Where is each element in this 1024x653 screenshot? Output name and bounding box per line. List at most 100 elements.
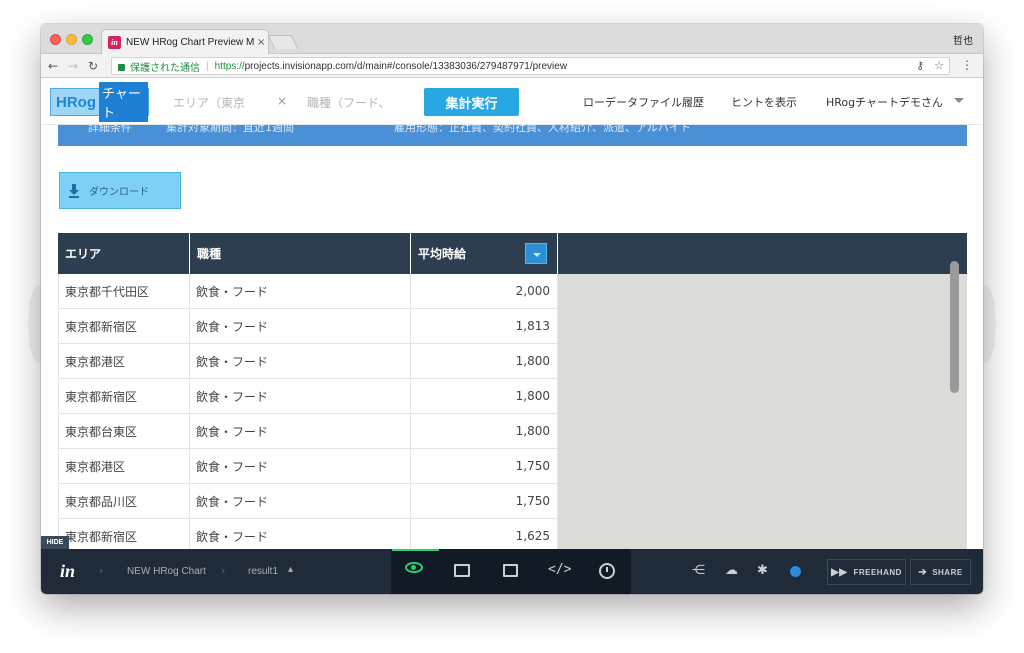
build-mode-icon[interactable] [454,564,470,577]
download-label: ダウンロード [89,187,149,198]
chevron-down-icon[interactable] [954,98,964,103]
column-header-area[interactable]: エリア [58,233,190,274]
logo-text-chart: チャート [99,82,148,122]
table-row[interactable]: 東京都港区 飲食・フード 1,750 [58,449,558,484]
table-row[interactable]: 東京都台東区 飲食・フード 1,800 [58,414,558,449]
reload-icon[interactable]: ↻ [85,59,101,73]
address-bar: ← → ↻ 保護された通信 | https://projects.invisio… [41,54,983,78]
status-dot[interactable] [790,566,801,577]
share-button[interactable]: ➔ SHARE [910,559,971,585]
hrog-logo[interactable]: HRog チャート [50,82,149,122]
table-row[interactable]: 東京都新宿区 飲食・フード 1,813 [58,309,558,344]
cell-job: 飲食・フード [190,519,411,549]
forward-arrow-icon[interactable]: → [65,59,81,73]
tab-title: NEW HRog Chart Preview Mod [126,37,254,48]
cell-job: 飲食・フード [190,344,411,378]
cell-area: 東京都千代田区 [58,274,190,308]
table-row[interactable]: 東京都千代田区 飲食・フード 2,000 [58,274,558,309]
url-text: https://projects.invisionapp.com/d/main#… [215,61,567,72]
bookmark-star-icon[interactable]: ☆ [934,59,944,72]
breadcrumb-project[interactable]: NEW HRog Chart [127,566,206,577]
cell-wage: 1,800 [411,414,558,448]
freehand-icon: ▶▶ [831,566,848,578]
run-aggregate-button[interactable]: 集計実行 [424,88,519,116]
job-input[interactable]: 職種（フード、 [301,89,393,115]
comment-mode-icon[interactable] [503,564,518,577]
cell-area: 東京都新宿区 [58,519,190,549]
new-tab-button[interactable] [267,35,299,49]
cell-wage: 1,750 [411,484,558,518]
table-row[interactable]: 東京都品川区 飲食・フード 1,750 [58,484,558,519]
browser-tab[interactable]: in NEW HRog Chart Preview Mod × [101,29,269,55]
url-separator: | [206,60,209,72]
settings-gear-icon[interactable]: ✱ [757,563,768,578]
freehand-button[interactable]: ▶▶ FREEHAND [827,559,906,585]
results-table: エリア 職種 平均時給 東京都千代田区 飲食・フード 2,000 東京都新宿区 … [58,233,967,549]
cell-area: 東京都新宿区 [58,379,190,413]
browser-profile-name[interactable]: 哲也 [953,32,973,47]
cell-area: 東京都港区 [58,449,190,483]
logo-text-hrog: HRog [56,93,96,111]
download-button[interactable]: ダウンロード [59,172,181,209]
cell-job: 飲食・フード [190,484,411,518]
invision-logo[interactable]: in [60,561,75,582]
browser-menu-icon[interactable]: ⋮ [961,58,973,72]
cell-wage: 1,750 [411,449,558,483]
share-network-icon[interactable]: ⋲ [692,563,705,578]
breadcrumb-screen[interactable]: result1 [248,566,278,577]
cell-wage: 1,625 [411,519,558,549]
omnibox-icons: ⚷ ☆ [916,59,944,72]
raw-data-history-link[interactable]: ローデータファイル履歴 [583,94,704,110]
user-menu[interactable]: HRogチャートデモさん [826,94,943,110]
table-row[interactable]: 東京都新宿区 飲食・フード 1,800 [58,379,558,414]
show-hints-link[interactable]: ヒントを表示 [731,94,797,110]
screen-menu-caret-icon[interactable]: ▴ [288,564,293,575]
area-input[interactable]: エリア（東京 [167,89,259,115]
table-row[interactable]: 東京都港区 飲食・フード 1,800 [58,344,558,379]
active-mode-indicator [392,549,439,551]
cell-job: 飲食・フード [190,414,411,448]
key-icon[interactable]: ⚷ [916,59,924,72]
cell-job: 飲食・フード [190,274,411,308]
cell-job: 飲食・フード [190,379,411,413]
download-icon [68,183,80,198]
clear-icon[interactable]: × [277,94,287,108]
preview-mode-eye-icon[interactable] [405,562,423,573]
cell-area: 東京都新宿区 [58,309,190,343]
invision-favicon-icon: in [108,36,121,49]
table-row[interactable]: 東京都新宿区 飲食・フード 1,625 [58,519,558,549]
url-protocol: https:// [214,60,245,72]
back-arrow-icon[interactable]: ← [45,59,61,73]
secure-label: 保護された通信 [130,62,200,74]
cell-wage: 1,800 [411,344,558,378]
cell-area: 東京都港区 [58,344,190,378]
url-field[interactable]: 保護された通信 | https://projects.invisionapp.c… [111,57,950,75]
cloud-sync-icon[interactable]: ☁ [725,563,738,578]
hide-toolbar-button[interactable]: HIDE [41,536,69,549]
column-header-job[interactable]: 職種 [190,233,411,274]
lock-icon [118,63,125,71]
chart-placeholder [558,274,967,549]
app-viewport: 詳細条件 集計対象期間：直近1週間 雇用形態：正社員、契約社員、人材紹介、派遣、… [41,79,983,549]
invision-toolbar: in › NEW HRog Chart › result1 ▴ </> ⋲ ☁ … [41,549,983,594]
inspect-mode-code-icon[interactable]: </> [548,562,571,577]
url-path: projects.invisionapp.com/d/main#/console… [244,60,568,72]
cell-wage: 1,813 [411,309,558,343]
app-header: HRog チャート エリア（東京 × 職種（フード、 集計実行 ローデータファイ… [41,79,983,125]
tab-close-icon[interactable]: × [257,37,265,48]
cell-job: 飲食・フード [190,449,411,483]
scrollbar-thumb[interactable] [950,261,959,393]
cell-area: 東京都台東区 [58,414,190,448]
share-label: SHARE [932,567,963,577]
cell-job: 飲食・フード [190,309,411,343]
cell-area: 東京都品川区 [58,484,190,518]
table-header: エリア 職種 平均時給 [58,233,967,274]
history-mode-clock-icon[interactable] [599,563,615,579]
breadcrumb-separator-icon: › [221,564,226,577]
browser-tabbar: in NEW HRog Chart Preview Mod × 哲也 [41,24,983,55]
maximize-window-button[interactable] [82,34,93,45]
close-window-button[interactable] [50,34,61,45]
browser-window: in NEW HRog Chart Preview Mod × 哲也 ← → ↻… [41,24,983,594]
minimize-window-button[interactable] [66,34,77,45]
sort-dropdown-icon[interactable] [525,243,547,264]
